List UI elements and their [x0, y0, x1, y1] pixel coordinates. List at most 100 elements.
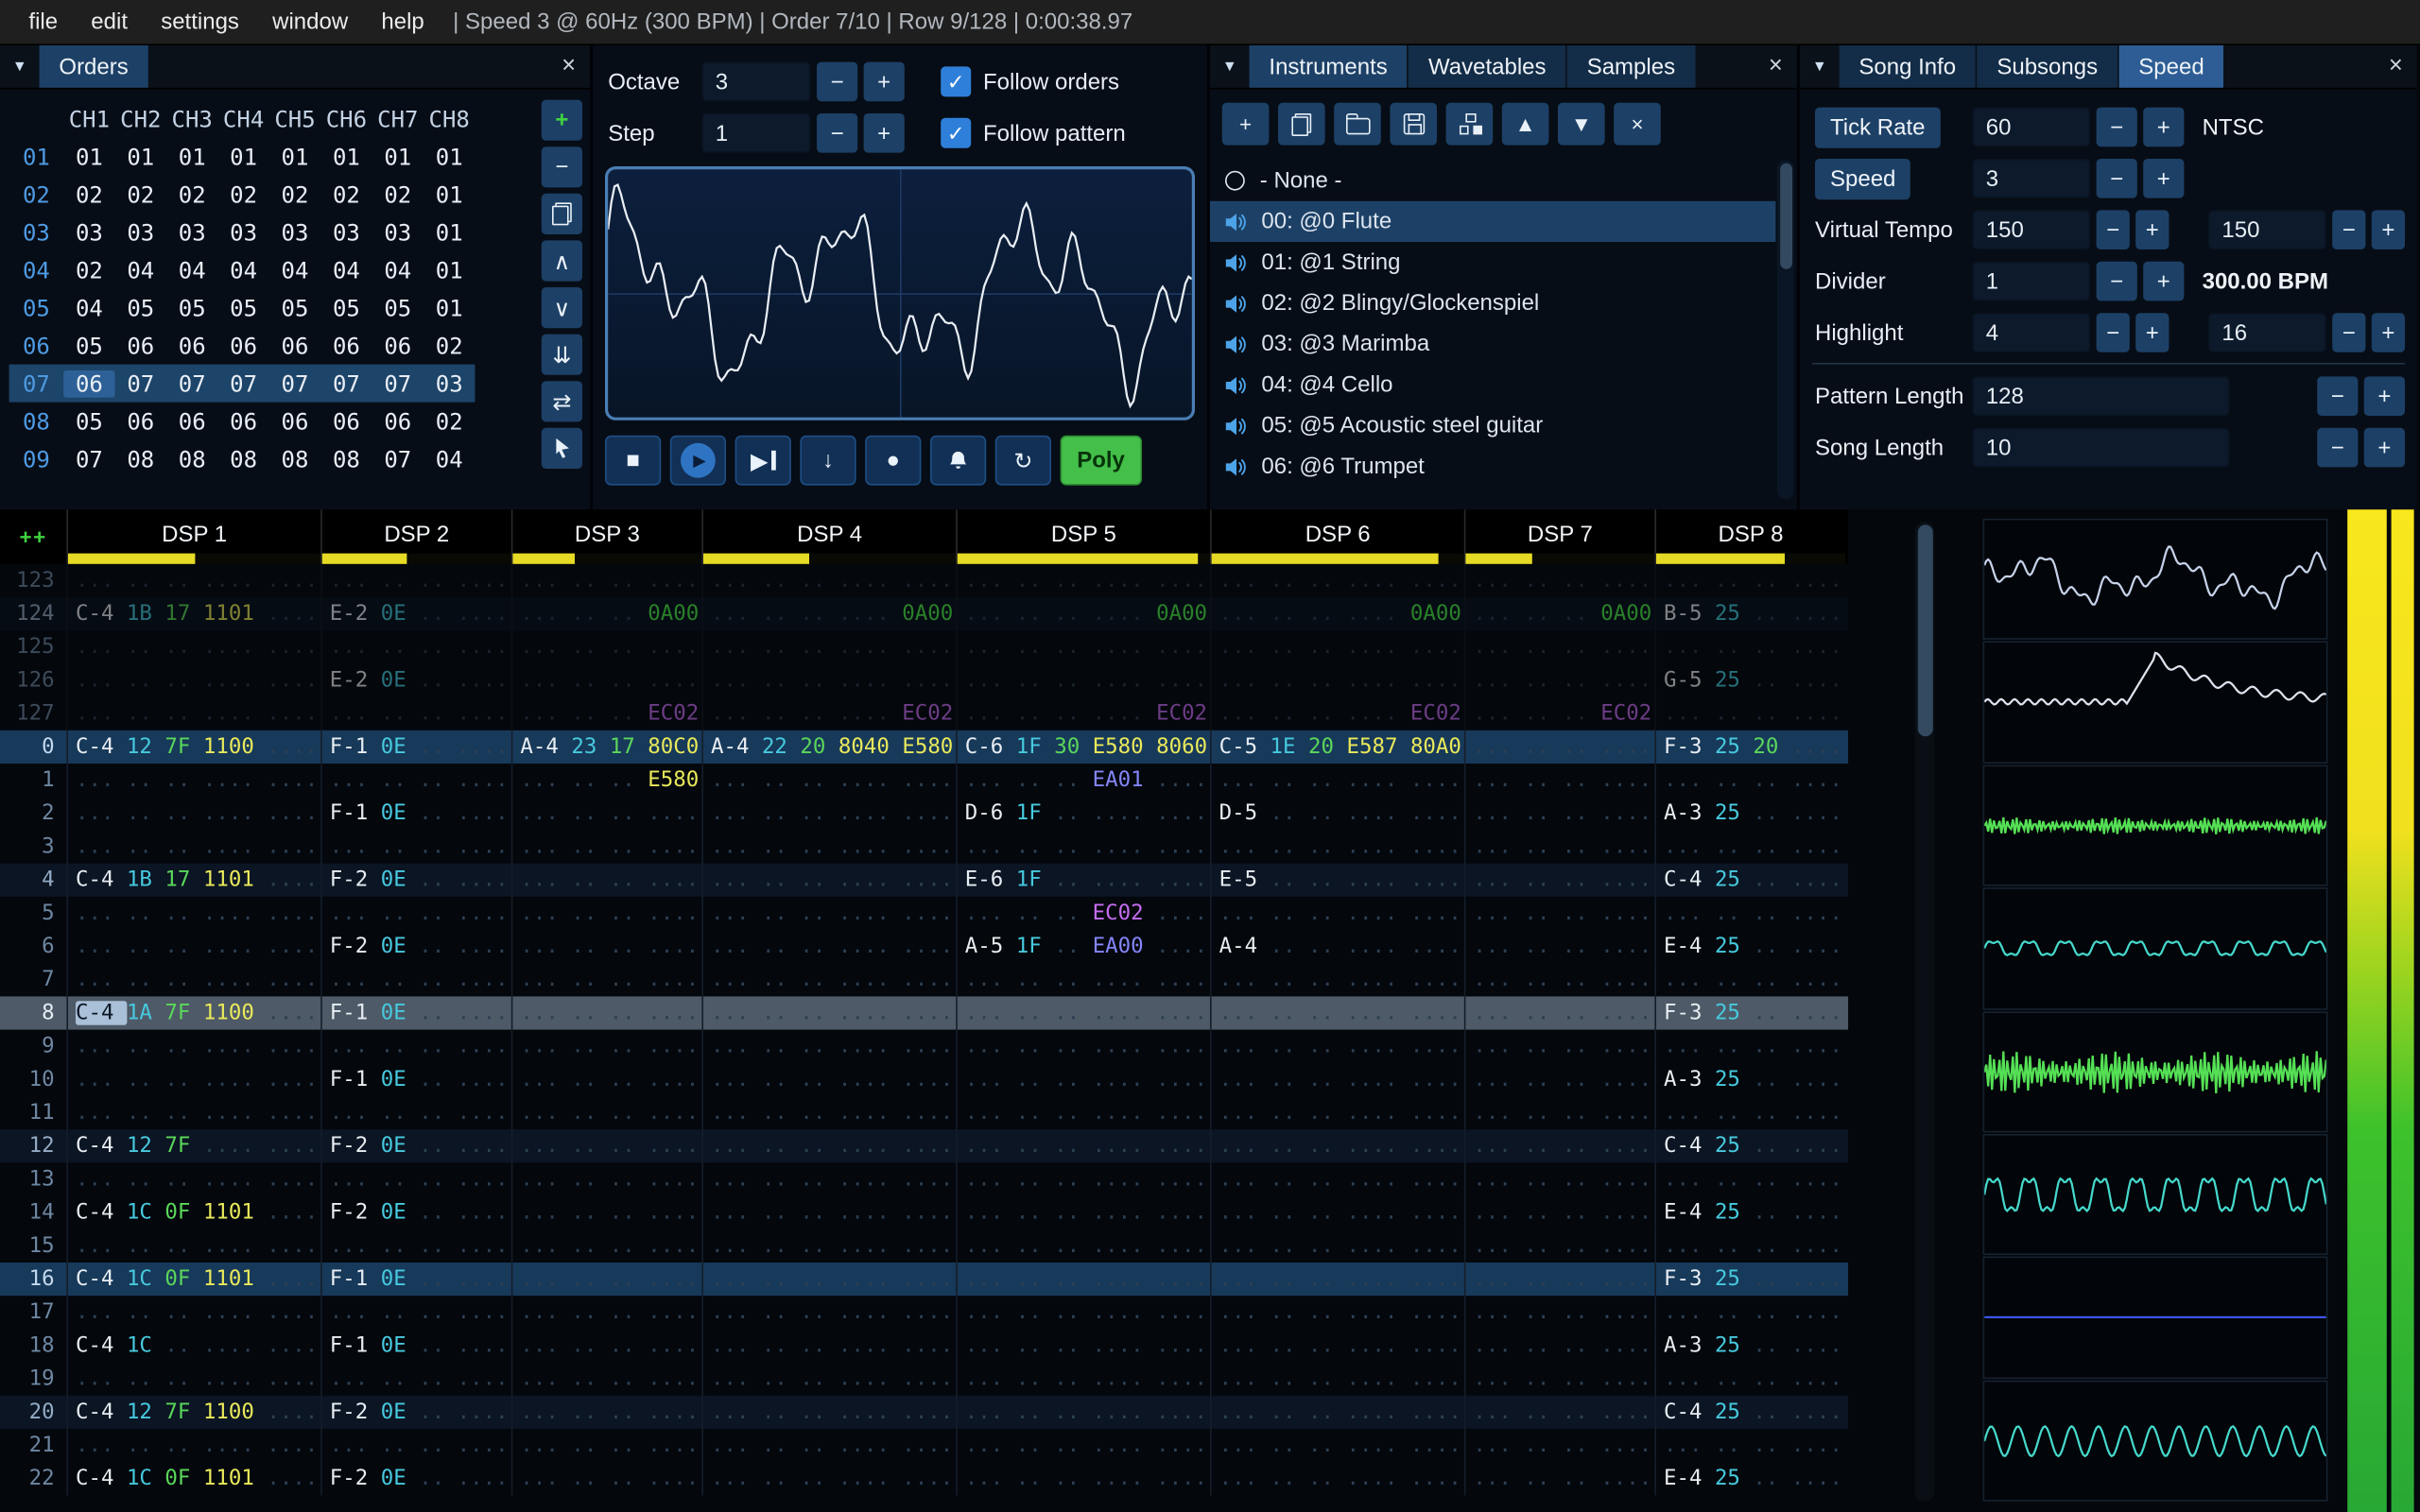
pattern-cell[interactable]: ... .. .. .... ....: [701, 630, 956, 664]
speed-button[interactable]: Speed: [1815, 158, 1911, 199]
pattern-cell[interactable]: A-5 1F .. EA00 ....: [956, 930, 1210, 964]
pattern-cell[interactable]: ... .. .. ....: [1463, 963, 1655, 997]
pattern-cell[interactable]: ... .. .. ....: [1463, 563, 1655, 597]
order-cell[interactable]: 02: [424, 407, 475, 435]
close-icon[interactable]: ×: [547, 45, 590, 88]
pattern-cell[interactable]: C-4 1C 0F 1101 ....: [66, 1195, 320, 1229]
order-cell[interactable]: 06: [166, 332, 217, 359]
pattern-cell[interactable]: ... .. .. .... ....: [701, 1029, 956, 1063]
pattern-cell[interactable]: ... .. .. .... ....: [956, 963, 1210, 997]
pattern-cell[interactable]: F-1 0E .. ....: [320, 797, 511, 831]
order-cell[interactable]: 01: [115, 143, 166, 170]
play-button[interactable]: ▶: [669, 435, 726, 486]
pattern-cell[interactable]: ... .. .. .... ....: [66, 630, 320, 664]
pattern-cell[interactable]: C-4 1C .. .... ....: [66, 1329, 320, 1363]
pattern-cell[interactable]: ... .. .. .... ....: [66, 764, 320, 798]
instrument-clone-button[interactable]: [1278, 102, 1325, 146]
pattern-cell[interactable]: ... .. .. .... ....: [1210, 1096, 1464, 1130]
pattern-cell[interactable]: F-2 0E .. ....: [320, 930, 511, 964]
pattern-cell[interactable]: C-6 1F 30 E580 8060: [956, 730, 1210, 764]
order-cell[interactable]: 06: [63, 369, 115, 397]
order-cell[interactable]: 07: [115, 369, 166, 397]
order-edit-mode-button[interactable]: [541, 427, 582, 469]
pattern-cell[interactable]: ... .. .. .... ....: [66, 696, 320, 730]
pattern-cell[interactable]: ... .. .. ....: [1463, 1062, 1655, 1096]
pattern-cell[interactable]: ... .. .. .... ....: [1210, 1129, 1464, 1163]
repeat-button[interactable]: ↻: [994, 435, 1051, 486]
pattern-cell[interactable]: ... .. .. ....: [510, 1129, 702, 1163]
order-cell[interactable]: 06: [320, 407, 372, 435]
song-length-plus-button[interactable]: +: [2363, 427, 2405, 468]
pattern-cell[interactable]: ... .. .. ....: [510, 630, 702, 664]
pattern-cell[interactable]: F-3 25 20 ....: [1654, 730, 1845, 764]
pattern-cell[interactable]: ... .. .. .... ....: [956, 830, 1210, 864]
pattern-cell[interactable]: ... .. .. .... ....: [66, 930, 320, 964]
pattern-cell[interactable]: ... .. .. .... ....: [701, 1462, 956, 1496]
follow-pattern-checkbox[interactable]: ✓: [941, 117, 972, 148]
octave-plus-button[interactable]: +: [863, 61, 905, 102]
pattern-cell[interactable]: ... .. .. .... ....: [1210, 1329, 1464, 1363]
pattern-cell[interactable]: ... .. .. .... ....: [1210, 1029, 1464, 1063]
pattern-cell[interactable]: ... .. .. .... ....: [956, 1263, 1210, 1297]
pattern-cell[interactable]: ... .. .. ....: [1654, 563, 1845, 597]
pattern-cell[interactable]: ... .. .. .... ....: [66, 797, 320, 831]
pattern-cell[interactable]: ... .. .. ....: [1463, 1263, 1655, 1297]
pattern-cell[interactable]: ... .. .. .... ....: [66, 1429, 320, 1463]
instrument-delete-button[interactable]: ×: [1614, 102, 1661, 146]
pattern-cell[interactable]: C-5 1E 20 E587 80A0: [1210, 730, 1464, 764]
pattern-cell[interactable]: ... .. .. .... ....: [701, 1296, 956, 1330]
pattern-cell[interactable]: ... .. .. ....: [1463, 1429, 1655, 1463]
song-length-minus-button[interactable]: −: [2317, 427, 2359, 468]
pattern-cell[interactable]: ... .. .. .... ....: [66, 1228, 320, 1263]
instrument-item[interactable]: 03: @3 Marimba: [1210, 323, 1775, 364]
order-cell[interactable]: 01: [269, 143, 320, 170]
pattern-cell[interactable]: ... .. .. ....: [510, 797, 702, 831]
order-cell[interactable]: 01: [424, 218, 475, 246]
pattern-cell[interactable]: F-1 0E .. ....: [320, 996, 511, 1030]
virtual-tempo-num-input[interactable]: [1972, 210, 2091, 249]
pattern-length-input[interactable]: [1972, 376, 2230, 416]
pattern-cell[interactable]: ... .. .. .... ....: [1210, 1362, 1464, 1396]
pattern-length-minus-button[interactable]: −: [2317, 376, 2359, 416]
pattern-cell[interactable]: ... .. .. ....: [510, 963, 702, 997]
pattern-cell[interactable]: E-2 0E .. ....: [320, 597, 511, 631]
pattern-cell[interactable]: ... .. .. ....: [510, 1362, 702, 1396]
channel-header[interactable]: DSP 1: [66, 509, 321, 564]
order-cell[interactable]: 03: [424, 369, 475, 397]
pattern-cell[interactable]: B-5 25 .. ....: [1654, 597, 1845, 631]
pattern-cell[interactable]: ... .. .. ....: [1463, 663, 1655, 697]
pattern-cell[interactable]: ... .. .. ....: [1654, 1296, 1845, 1330]
pattern-cell[interactable]: ... .. .. ....: [1654, 963, 1845, 997]
pattern-cell[interactable]: ... .. .. ....: [320, 1096, 511, 1130]
instrument-item[interactable]: 05: @5 Acoustic steel guitar: [1210, 405, 1775, 446]
pattern-cell[interactable]: ... .. .. ....: [1463, 863, 1655, 897]
pattern-cell[interactable]: ... .. .. .... ....: [701, 1129, 956, 1163]
pattern-expand-button[interactable]: ++: [0, 509, 66, 564]
virtual-tempo-den-minus-button[interactable]: −: [2332, 210, 2366, 249]
tick-rate-button[interactable]: Tick Rate: [1815, 106, 1941, 147]
pattern-cell[interactable]: ... .. .. ....: [320, 1362, 511, 1396]
pattern-cell[interactable]: ... .. .. .... ....: [66, 1062, 320, 1096]
pattern-cell[interactable]: C-4 25 .. ....: [1654, 1129, 1845, 1163]
pattern-cell[interactable]: C-4 1A 7F 1100 ....: [66, 996, 320, 1030]
pattern-cell[interactable]: ... .. .. .... ....: [701, 563, 956, 597]
pattern-cell[interactable]: ... .. .. .... EC02: [956, 696, 1210, 730]
pattern-cell[interactable]: ... .. .. ....: [1654, 896, 1845, 930]
menu-settings[interactable]: settings: [145, 3, 256, 41]
pattern-cell[interactable]: ... .. .. ....: [1463, 896, 1655, 930]
channel-header[interactable]: DSP 5: [956, 509, 1210, 564]
order-cell[interactable]: 02: [63, 180, 114, 208]
pattern-cell[interactable]: ... .. .. ....: [320, 764, 511, 798]
virtual-tempo-den-plus-button[interactable]: +: [2371, 210, 2405, 249]
order-cell[interactable]: 05: [63, 407, 114, 435]
tab-wavetables[interactable]: Wavetables: [1409, 45, 1566, 88]
instrument-item[interactable]: 06: @6 Trumpet: [1210, 446, 1775, 487]
instrument-item[interactable]: 00: @0 Flute: [1210, 200, 1776, 242]
pattern-cell[interactable]: ... .. .. .... ....: [1210, 630, 1464, 664]
order-cell[interactable]: 06: [115, 332, 166, 359]
order-cell[interactable]: 04: [166, 256, 217, 284]
pattern-cell[interactable]: ... .. .. .... ....: [1210, 563, 1464, 597]
order-cell[interactable]: 02: [166, 180, 217, 208]
order-cell[interactable]: 07: [372, 445, 424, 472]
pattern-cell[interactable]: ... .. .. .... ....: [1210, 1162, 1464, 1196]
